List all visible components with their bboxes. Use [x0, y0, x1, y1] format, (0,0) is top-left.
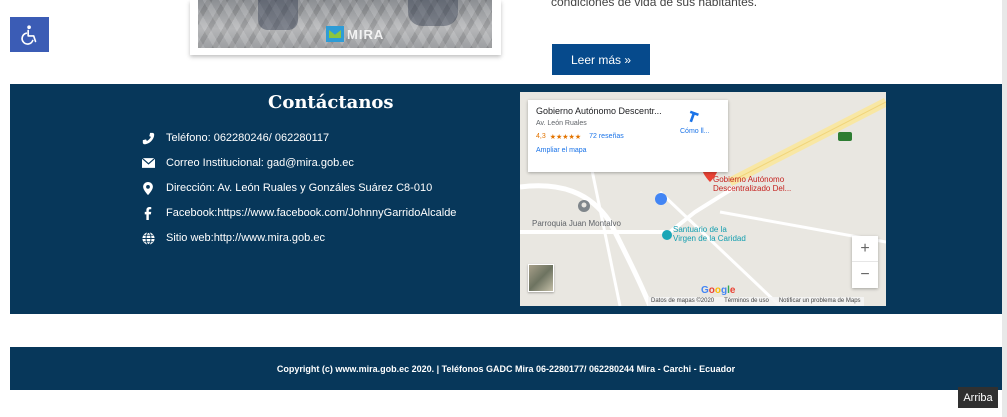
embedded-map[interactable]: 182 Gobierno Autónomo Descentralizado De…: [520, 92, 886, 306]
news-excerpt: condiciones de vida de sus habitantes.: [551, 0, 758, 9]
copyright-bar: Copyright (c) www.mira.gob.ec 2020. | Te…: [10, 347, 1002, 390]
google-logo: Google: [701, 285, 736, 296]
zoom-out-button[interactable]: −: [852, 262, 878, 288]
map-footer: Datos de mapas ©2020 Términos de uso Not…: [648, 297, 864, 306]
contact-address-text: Dirección: Av. León Ruales y Gonzáles Su…: [166, 182, 433, 194]
contact-email-text: Correo Institucional: gad@mira.gob.ec: [166, 157, 354, 169]
contact-facebook: Facebook:https://www.facebook.com/Johnny…: [140, 206, 456, 220]
directions-icon[interactable]: [686, 110, 700, 124]
mira-logo-mark: [326, 26, 344, 42]
map-card-rating-value: 4,3: [536, 133, 546, 140]
map-sanctuary-label-line2: Virgen de la Caridad: [673, 234, 746, 243]
contact-title: Contáctanos: [268, 92, 394, 113]
map-parish-label[interactable]: Parroquia Juan Montalvo: [532, 219, 621, 228]
read-more-button[interactable]: Leer más »: [552, 44, 650, 75]
zoom-in-button[interactable]: +: [852, 236, 878, 262]
directions-label[interactable]: Cómo ll...: [680, 128, 710, 135]
map-place-label-line2: Descentralizado Del...: [713, 184, 792, 193]
map-zoom-controls: + −: [852, 236, 878, 288]
map-info-card: Gobierno Autónomo Descentr... Av. León R…: [528, 100, 728, 172]
map-sanctuary-label[interactable]: Santuario de la Virgen de la Caridad: [673, 225, 746, 243]
contact-address: Dirección: Av. León Ruales y Gonzáles Su…: [140, 181, 432, 195]
news-card: MIRA: [190, 0, 501, 55]
map-report-link[interactable]: Notificar un problema de Maps: [779, 298, 861, 305]
facebook-icon: [140, 206, 156, 220]
map-data-credit: Datos de mapas ©2020: [651, 298, 715, 304]
news-image-figure: [408, 0, 458, 26]
map-sanctuary-label-line1: Santuario de la: [673, 225, 727, 234]
satellite-toggle-button[interactable]: [528, 264, 554, 292]
map-terms-link[interactable]: Términos de uso: [724, 298, 769, 305]
mira-logo: MIRA: [326, 26, 384, 42]
scroll-edge: [1002, 0, 1007, 417]
envelope-icon: [140, 156, 156, 170]
wheelchair-icon: [20, 24, 36, 45]
contact-website: Sitio web:http://www.mira.gob.ec: [140, 231, 325, 245]
enlarge-map-link[interactable]: Ampliar el mapa: [536, 147, 720, 154]
copyright-text: Copyright (c) www.mira.gob.ec 2020. | Te…: [276, 363, 736, 374]
map-marker-icon: [140, 181, 156, 195]
news-image[interactable]: MIRA: [198, 0, 492, 48]
map-place-label[interactable]: Gobierno Autónomo Descentralizado Del...: [713, 175, 791, 193]
map-place-label-line1: Gobierno Autónomo: [713, 175, 785, 184]
phone-icon: [140, 131, 156, 145]
globe-icon: [140, 231, 156, 245]
star-rating-icon: ★★★★★: [549, 134, 582, 141]
contact-website-text: Sitio web:http://www.mira.gob.ec: [166, 232, 325, 244]
back-to-top-button[interactable]: Arriba: [958, 387, 998, 408]
contact-phone-text: Teléfono: 062280246/ 062280117: [166, 132, 330, 144]
page: MIRA condiciones de vida de sus habitant…: [0, 0, 1007, 417]
contact-phone: Teléfono: 062280246/ 062280117: [140, 131, 329, 145]
map-card-reviews-link[interactable]: 72 reseñas: [589, 133, 624, 141]
contact-email: Correo Institucional: gad@mira.gob.ec: [140, 156, 354, 170]
accessibility-button[interactable]: [10, 17, 49, 52]
contact-facebook-text: Facebook:https://www.facebook.com/Johnny…: [166, 207, 457, 219]
news-image-figure: [258, 0, 298, 30]
mira-logo-text: MIRA: [347, 26, 385, 42]
